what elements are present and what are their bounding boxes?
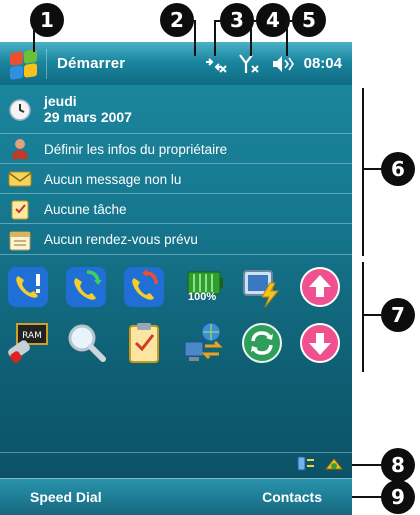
phone-transfer-icon[interactable] bbox=[62, 263, 110, 311]
callout-7-leader bbox=[362, 314, 382, 316]
callout-4: 4 bbox=[256, 3, 290, 37]
arrow-down-icon[interactable] bbox=[296, 319, 344, 367]
callout-7-bracket bbox=[362, 262, 364, 372]
date-label: 29 mars 2007 bbox=[44, 109, 132, 125]
network-sync-icon[interactable] bbox=[180, 319, 228, 367]
callout-4-leader-v bbox=[250, 20, 252, 56]
callout-8: 8 bbox=[381, 448, 415, 482]
callout-8-leader bbox=[352, 464, 382, 466]
start-menu-label[interactable]: Démarrer bbox=[57, 55, 125, 72]
arrow-up-icon[interactable] bbox=[296, 263, 344, 311]
power-screen-icon[interactable] bbox=[238, 263, 286, 311]
svg-text:RAM: RAM bbox=[22, 331, 42, 341]
softkey-contacts[interactable]: Contacts bbox=[232, 489, 352, 505]
today-date-row[interactable]: jeudi 29 mars 2007 bbox=[0, 86, 352, 134]
clock-icon bbox=[8, 98, 32, 122]
clipboard-icon[interactable] bbox=[120, 319, 168, 367]
status-icons: 08:04 bbox=[202, 42, 342, 85]
messages-row[interactable]: Aucun message non lu bbox=[0, 165, 352, 194]
notification-tray bbox=[296, 455, 344, 478]
refresh-icon[interactable] bbox=[238, 319, 286, 367]
appointments-row[interactable]: Aucun rendez-vous prévu bbox=[0, 225, 352, 255]
callout-9-leader bbox=[352, 496, 382, 498]
callout-1: 1 bbox=[30, 3, 64, 37]
signal-off-icon[interactable] bbox=[236, 51, 262, 77]
magnifier-icon[interactable] bbox=[62, 319, 110, 367]
phone-alert-icon[interactable] bbox=[4, 263, 52, 311]
callout-9: 9 bbox=[381, 480, 415, 514]
owner-info-row[interactable]: Définir les infos du propriétaire bbox=[0, 135, 352, 164]
tasks-label: Aucune tâche bbox=[44, 201, 127, 217]
volume-muted-icon[interactable] bbox=[270, 51, 296, 77]
title-separator bbox=[46, 48, 47, 79]
envelope-icon bbox=[8, 167, 32, 191]
person-icon bbox=[8, 137, 32, 161]
callout-2-leader-v bbox=[194, 20, 196, 56]
clock-time[interactable]: 08:04 bbox=[304, 55, 342, 72]
callout-1-leader bbox=[33, 30, 35, 52]
today-screen: Démarrer 08:04 jeudi 29 mars 2007 Défini… bbox=[0, 42, 352, 515]
phone-callback-icon[interactable] bbox=[120, 263, 168, 311]
callout-5-leader-v bbox=[286, 20, 288, 56]
ram-icon[interactable]: RAM bbox=[4, 319, 52, 367]
battery-percent-label: 100% bbox=[188, 291, 217, 303]
messages-label: Aucun message non lu bbox=[44, 171, 182, 187]
callout-2: 2 bbox=[160, 3, 194, 37]
day-label: jeudi bbox=[44, 93, 77, 109]
callout-6: 6 bbox=[381, 152, 415, 186]
date-text: jeudi 29 mars 2007 bbox=[44, 93, 132, 126]
title-bar: Démarrer 08:04 bbox=[0, 42, 352, 85]
task-clipboard-icon bbox=[8, 197, 32, 221]
calendar-icon bbox=[8, 228, 32, 252]
callout-3-leader-v bbox=[214, 20, 216, 56]
appointments-label: Aucun rendez-vous prévu bbox=[44, 232, 198, 247]
tray-app-icon[interactable] bbox=[324, 455, 344, 478]
device-sync-icon[interactable] bbox=[296, 455, 316, 478]
softkey-speed-dial[interactable]: Speed Dial bbox=[0, 489, 132, 505]
callout-6-leader bbox=[362, 168, 382, 170]
notification-divider bbox=[0, 452, 352, 453]
callout-6-bracket bbox=[362, 88, 364, 256]
tasks-row[interactable]: Aucune tâche bbox=[0, 195, 352, 224]
callout-3: 3 bbox=[220, 3, 254, 37]
callout-7: 7 bbox=[381, 298, 415, 332]
softkey-bar: Speed Dial Contacts bbox=[0, 478, 352, 515]
owner-info-label: Définir les infos du propriétaire bbox=[44, 141, 228, 157]
callout-5: 5 bbox=[292, 3, 326, 37]
